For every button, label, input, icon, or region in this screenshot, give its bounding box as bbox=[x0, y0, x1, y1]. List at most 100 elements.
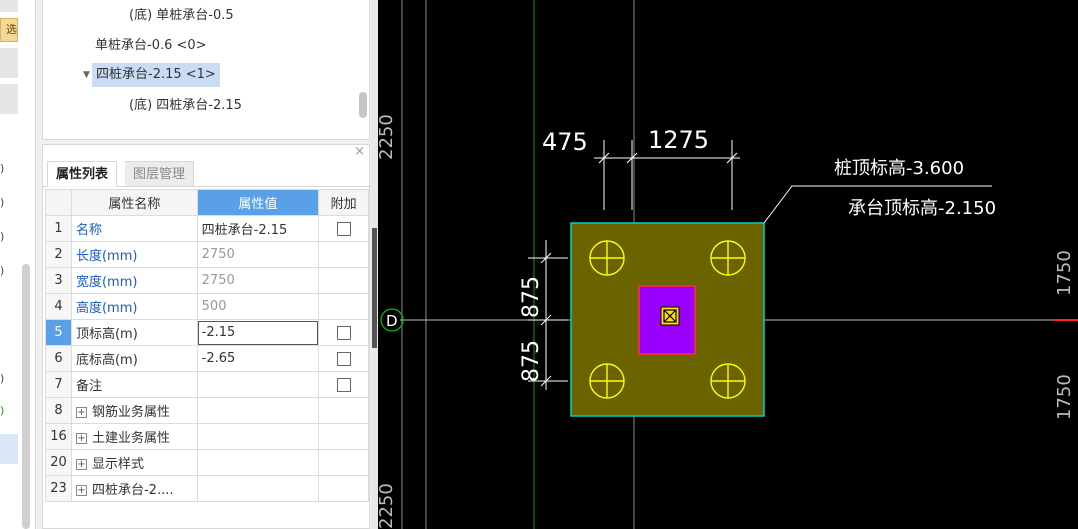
checkbox[interactable] bbox=[336, 377, 351, 392]
tab-layer-management[interactable]: 图层管理 bbox=[125, 161, 195, 187]
properties-panel: × 属性列表 图层管理 属性名称 属性值 附加 1 名称 四桩承台-2.15 2… bbox=[42, 144, 371, 529]
left-strip-glyph: ) bbox=[0, 196, 5, 209]
property-group-label: 土建业务属性 bbox=[91, 431, 170, 446]
pile-icon[interactable] bbox=[710, 240, 746, 276]
table-row[interactable]: 4 高度(mm) 500 bbox=[45, 293, 369, 320]
property-value[interactable]: -2.65 bbox=[196, 345, 320, 372]
tree-item[interactable]: 单桩承台-0.6 <0> bbox=[95, 34, 207, 58]
expand-plus-icon[interactable]: + bbox=[75, 459, 87, 470]
table-row-selected[interactable]: 5 顶标高(m) -2.15 bbox=[45, 319, 369, 346]
checkbox[interactable] bbox=[336, 325, 351, 340]
row-number: 3 bbox=[45, 267, 72, 294]
row-number: 16 bbox=[45, 423, 72, 450]
tree-item[interactable]: (底) 单桩承台-0.5 bbox=[129, 4, 234, 28]
dimension-text: 875 bbox=[519, 340, 544, 382]
table-row[interactable]: 1 名称 四桩承台-2.15 bbox=[45, 215, 369, 242]
pile-icon[interactable] bbox=[589, 363, 625, 399]
property-group: + 四桩承台-2.... bbox=[70, 475, 198, 502]
extra-cell bbox=[318, 423, 369, 450]
pile-icon[interactable] bbox=[589, 240, 625, 276]
tree-scrollbar-thumb[interactable] bbox=[359, 92, 367, 118]
dimension-text: 1275 bbox=[648, 126, 709, 154]
property-name: 底标高(m) bbox=[70, 345, 198, 372]
panel-splitter[interactable] bbox=[371, 0, 378, 529]
close-icon[interactable]: × bbox=[354, 145, 365, 159]
tab-property-list[interactable]: 属性列表 bbox=[47, 161, 118, 187]
checkbox[interactable] bbox=[336, 351, 351, 366]
tree-item-selected[interactable]: 四桩承台-2.15 <1> bbox=[92, 63, 220, 87]
cad-canvas[interactable]: D 2250 2250 1750 1750 475 1275 875 875 桩… bbox=[378, 0, 1078, 529]
header-extra: 附加 bbox=[318, 189, 369, 216]
table-row[interactable]: 3 宽度(mm) 2750 bbox=[45, 267, 369, 294]
extra-cell bbox=[318, 397, 369, 424]
property-value[interactable] bbox=[196, 371, 320, 398]
extra-cell bbox=[318, 293, 369, 320]
edge-text: 1750 bbox=[1054, 250, 1075, 296]
extra-cell bbox=[318, 449, 369, 476]
left-strip-scrollbar[interactable] bbox=[22, 264, 30, 529]
axis-label: D bbox=[386, 312, 398, 330]
table-row-group[interactable]: 23 + 四桩承台-2.... bbox=[45, 475, 369, 502]
expand-plus-icon[interactable]: + bbox=[75, 485, 87, 496]
panel-tabs: 属性列表 图层管理 bbox=[43, 161, 371, 187]
property-value[interactable]: 500 bbox=[196, 293, 320, 320]
property-value bbox=[196, 397, 320, 424]
left-strip-glyph: ) bbox=[0, 372, 5, 385]
property-value[interactable]: 2750 bbox=[196, 241, 320, 268]
dimension-text: 875 bbox=[519, 276, 544, 318]
table-row[interactable]: 2 长度(mm) 2750 bbox=[45, 241, 369, 268]
extra-cell bbox=[318, 475, 369, 502]
pile-icon[interactable] bbox=[710, 363, 746, 399]
property-value-input[interactable]: -2.15 bbox=[196, 319, 320, 346]
tree-item[interactable]: (底) 四桩承台-2.15 bbox=[129, 94, 242, 118]
table-row-group[interactable]: 16 + 土建业务属性 bbox=[45, 423, 369, 450]
splitter-grip[interactable] bbox=[372, 228, 377, 348]
row-number: 23 bbox=[45, 475, 72, 502]
left-strip-selected-item[interactable] bbox=[0, 434, 18, 464]
select-badge[interactable]: 选用 bbox=[0, 18, 18, 42]
extra-cell bbox=[318, 345, 369, 372]
insertion-point-icon[interactable] bbox=[660, 306, 680, 326]
left-strip-glyph: ) bbox=[0, 162, 5, 175]
property-table: 属性名称 属性值 附加 1 名称 四桩承台-2.15 2 长度(mm) 2750… bbox=[45, 189, 369, 502]
property-name: 备注 bbox=[70, 371, 198, 398]
property-value bbox=[196, 423, 320, 450]
header-property-value: 属性值 bbox=[196, 189, 320, 216]
extra-cell bbox=[318, 319, 369, 346]
expand-plus-icon[interactable]: + bbox=[75, 407, 87, 418]
header-property-name: 属性名称 bbox=[70, 189, 198, 216]
pile-top-elevation: 桩顶标高-3.600 bbox=[834, 158, 964, 179]
property-name: 高度(mm) bbox=[70, 293, 198, 320]
checkbox[interactable] bbox=[336, 221, 351, 236]
header-index bbox=[45, 189, 72, 216]
table-row-group[interactable]: 20 + 显示样式 bbox=[45, 449, 369, 476]
property-group-label: 钢筋业务属性 bbox=[91, 405, 170, 420]
tree-expand-caret-icon[interactable]: ▼ bbox=[83, 70, 90, 80]
cap-top-elevation: 承台顶标高-2.150 bbox=[848, 198, 996, 219]
table-row-group[interactable]: 8 + 钢筋业务属性 bbox=[45, 397, 369, 424]
extra-cell bbox=[318, 267, 369, 294]
property-value bbox=[196, 475, 320, 502]
property-value[interactable]: 2750 bbox=[196, 267, 320, 294]
extra-cell bbox=[318, 241, 369, 268]
expand-plus-icon[interactable]: + bbox=[75, 433, 87, 444]
edge-text: 1750 bbox=[1054, 374, 1075, 420]
row-number: 6 bbox=[45, 345, 72, 372]
row-number: 4 bbox=[45, 293, 72, 320]
edge-text: 2250 bbox=[378, 483, 397, 529]
left-strip-button-top[interactable] bbox=[0, 0, 18, 12]
extra-cell bbox=[318, 215, 369, 242]
property-group-label: 四桩承台-2.... bbox=[91, 483, 174, 498]
property-name: 顶标高(m) bbox=[70, 319, 198, 346]
property-name: 长度(mm) bbox=[70, 241, 198, 268]
table-row[interactable]: 6 底标高(m) -2.65 bbox=[45, 345, 369, 372]
property-group: + 钢筋业务属性 bbox=[70, 397, 198, 424]
left-strip-button-b[interactable] bbox=[0, 84, 18, 114]
table-row[interactable]: 7 备注 bbox=[45, 371, 369, 398]
property-value bbox=[196, 449, 320, 476]
left-strip-button-a[interactable] bbox=[0, 48, 18, 78]
property-value[interactable]: 四桩承台-2.15 bbox=[196, 215, 320, 242]
property-group: + 土建业务属性 bbox=[70, 423, 198, 450]
row-number: 20 bbox=[45, 449, 72, 476]
property-group-label: 显示样式 bbox=[91, 457, 144, 472]
